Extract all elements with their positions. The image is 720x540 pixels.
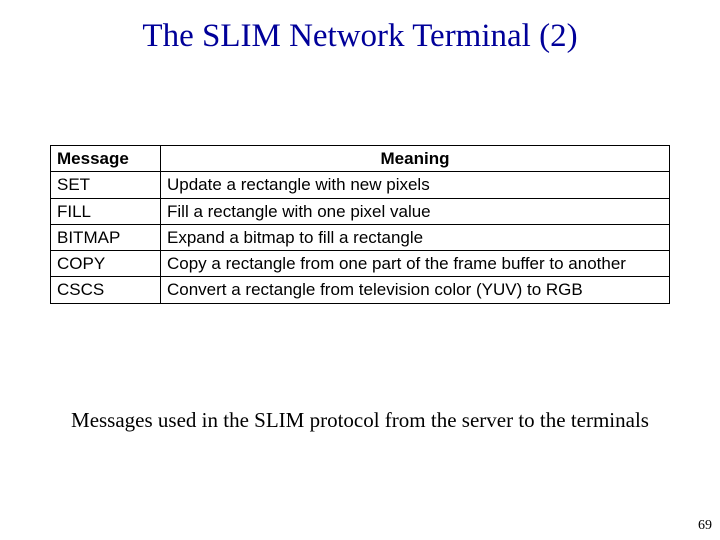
page-number: 69 <box>698 518 712 534</box>
messages-table-container: Message Meaning SET Update a rectangle w… <box>50 145 670 304</box>
table-header-row: Message Meaning <box>51 146 670 172</box>
cell-message: SET <box>51 172 161 198</box>
table-row: BITMAP Expand a bitmap to fill a rectang… <box>51 224 670 250</box>
slide-title: The SLIM Network Terminal (2) <box>0 0 720 55</box>
header-meaning: Meaning <box>161 146 670 172</box>
cell-meaning: Copy a rectangle from one part of the fr… <box>161 251 670 277</box>
messages-table: Message Meaning SET Update a rectangle w… <box>50 145 670 304</box>
slide-caption: Messages used in the SLIM protocol from … <box>0 408 720 433</box>
cell-meaning: Update a rectangle with new pixels <box>161 172 670 198</box>
table-row: FILL Fill a rectangle with one pixel val… <box>51 198 670 224</box>
cell-message: FILL <box>51 198 161 224</box>
table-row: SET Update a rectangle with new pixels <box>51 172 670 198</box>
cell-message: COPY <box>51 251 161 277</box>
cell-meaning: Fill a rectangle with one pixel value <box>161 198 670 224</box>
table-row: COPY Copy a rectangle from one part of t… <box>51 251 670 277</box>
cell-message: BITMAP <box>51 224 161 250</box>
cell-message: CSCS <box>51 277 161 303</box>
table-row: CSCS Convert a rectangle from television… <box>51 277 670 303</box>
header-message: Message <box>51 146 161 172</box>
cell-meaning: Convert a rectangle from television colo… <box>161 277 670 303</box>
cell-meaning: Expand a bitmap to fill a rectangle <box>161 224 670 250</box>
